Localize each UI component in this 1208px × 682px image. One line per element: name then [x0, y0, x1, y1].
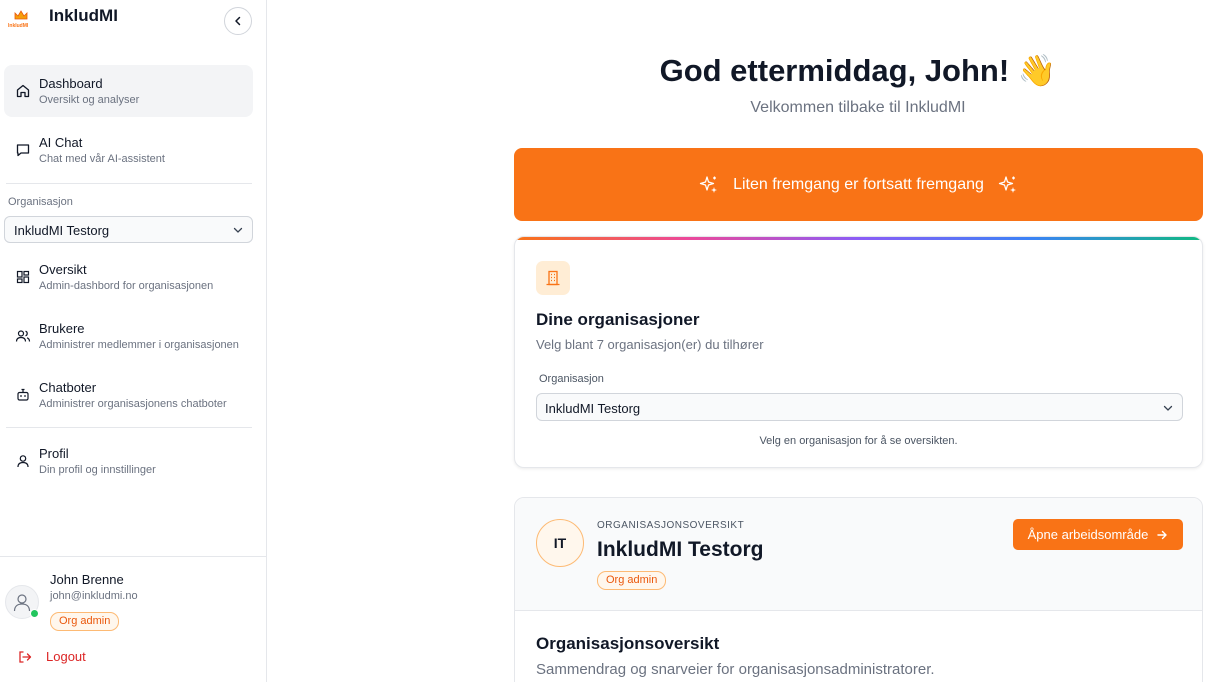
nav-item-chatboter[interactable]: Chatboter Administrer organisasjonens ch… [4, 369, 253, 421]
user-panel: John Brenne john@inkludmi.no Org admin L… [0, 556, 266, 682]
nav-item-subtitle: Chat med vår AI-assistent [39, 153, 165, 165]
divider [6, 427, 252, 428]
nav-item-subtitle: Oversikt og analyser [39, 94, 140, 106]
user-icon [17, 455, 29, 468]
overview-section-description: Sammendrag og snarveier for organisasjon… [536, 661, 935, 678]
banner-text: Liten fremgang er fortsatt fremgang [733, 175, 984, 193]
nav-item-profil[interactable]: Profil Din profil og innstillinger [4, 435, 253, 487]
logo-text: InkludMI [8, 23, 29, 29]
app-root: InkludMI InkludMI Dashboard Oversikt og … [0, 0, 1208, 682]
motivation-banner: Liten fremgang er fortsatt fremgang [514, 148, 1203, 221]
nav-item-title: Dashboard [39, 76, 103, 91]
nav-item-title: Brukere [39, 321, 85, 336]
logo-icon: InkludMI [8, 10, 36, 34]
card-accent-bar [515, 237, 1202, 240]
role-badge: Org admin [597, 571, 667, 590]
card-description: Velg blant 7 organisasjon(er) du tilhøre… [536, 337, 764, 352]
organizations-card: Dine organisasjoner Velg blant 7 organis… [514, 236, 1203, 468]
org-name: InkludMI Testorg [597, 538, 764, 561]
org-select-value: InkludMI Testorg [14, 223, 110, 238]
user-name: John Brenne [50, 572, 124, 587]
greeting-heading: God ettermiddag, John! 👋 [659, 53, 1057, 88]
building-icon [536, 261, 570, 295]
nav-item-oversikt[interactable]: Oversikt Admin-dashbord for organisasjon… [4, 251, 253, 303]
organization-select[interactable]: InkludMI Testorg [536, 393, 1183, 421]
card-title: Dine organisasjoner [536, 310, 700, 329]
organization-overview-card: IT ORGANISASJONSOVERSIKT InkludMI Testor… [514, 497, 1203, 682]
user-email: john@inkludmi.no [50, 590, 138, 602]
sidebar: InkludMI InkludMI Dashboard Oversikt og … [0, 0, 267, 682]
collapse-sidebar-button[interactable] [224, 7, 252, 35]
nav-item-title: Profil [39, 446, 69, 461]
online-status-dot [30, 609, 39, 618]
brand[interactable]: InkludMI InkludMI [8, 6, 118, 36]
bot-icon [17, 388, 29, 401]
nav-item-subtitle: Din profil og innstillinger [39, 464, 156, 476]
nav-item-brukere[interactable]: Brukere Administrer medlemmer i organisa… [4, 310, 253, 362]
role-badge: Org admin [50, 612, 120, 631]
nav-item-title: AI Chat [39, 135, 83, 150]
sparkles-icon [699, 175, 718, 193]
overview-eyebrow: ORGANISASJONSOVERSIKT [597, 520, 745, 531]
brand-name: InkludMI [49, 6, 118, 25]
select-label: Organisasjon [539, 373, 604, 385]
nav-item-dashboard[interactable]: Dashboard Oversikt og analyser [4, 65, 253, 117]
divider [6, 183, 252, 184]
sparkles-icon [998, 175, 1016, 193]
open-workspace-button[interactable]: Åpne arbeidsområde [1013, 519, 1183, 550]
nav-item-ai-chat[interactable]: AI Chat Chat med vår AI-assistent [4, 124, 253, 176]
nav-item-title: Chatboter [39, 380, 97, 395]
chat-icon [16, 144, 30, 157]
arrow-right-icon [1157, 530, 1168, 539]
logout-label: Logout [46, 649, 86, 664]
organization-select-value: InkludMI Testorg [545, 401, 641, 416]
users-icon [15, 330, 31, 342]
logout-button[interactable]: Logout [18, 649, 86, 664]
user-avatar-icon [13, 594, 31, 612]
select-hint: Velg en organisasjon for å se oversikten… [759, 435, 958, 447]
open-workspace-label: Åpne arbeidsområde [1027, 527, 1149, 542]
chevron-down-icon [233, 227, 243, 233]
nav-item-subtitle: Administrer medlemmer i organisasjonen [39, 339, 239, 351]
org-label: Organisasjon [8, 196, 73, 208]
chevron-left-icon [235, 16, 241, 26]
overview-header: IT ORGANISASJONSOVERSIKT InkludMI Testor… [515, 498, 1202, 611]
home-icon [16, 84, 30, 98]
nav-item-title: Oversikt [39, 262, 87, 277]
overview-section-title: Organisasjonsoversikt [536, 634, 720, 653]
logout-icon [19, 650, 32, 663]
chevron-down-icon [1163, 405, 1173, 411]
welcome-text: Velkommen tilbake til InkludMI [750, 99, 966, 116]
nav-item-subtitle: Administrer organisasjonens chatboter [39, 398, 227, 410]
org-select[interactable]: InkludMI Testorg [4, 216, 253, 243]
grid-icon [16, 270, 30, 284]
nav-item-subtitle: Admin-dashbord for organisasjonen [39, 280, 214, 292]
org-initials-avatar: IT [536, 519, 584, 567]
